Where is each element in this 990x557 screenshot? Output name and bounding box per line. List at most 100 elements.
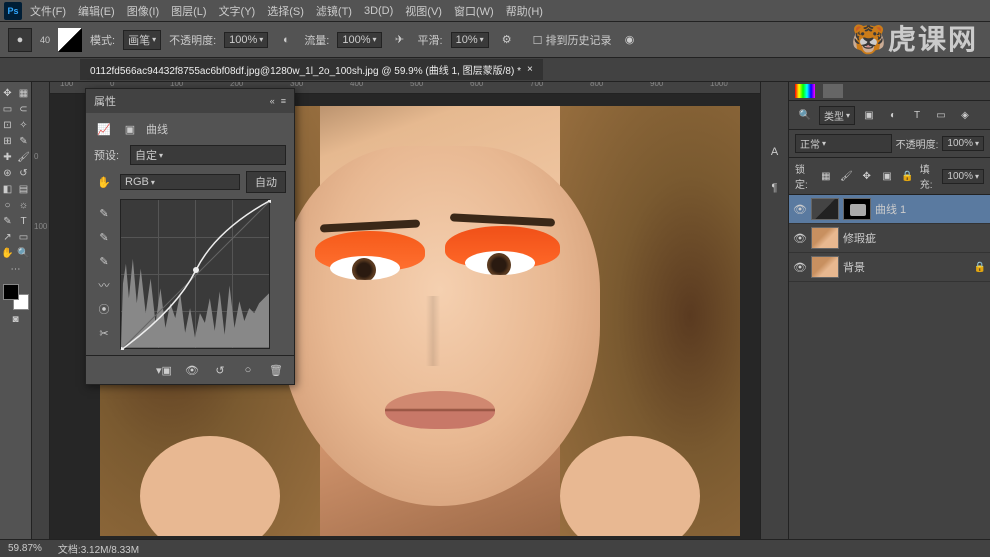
close-icon[interactable]: × bbox=[527, 64, 533, 75]
brush-tool[interactable]: 🖌 bbox=[17, 150, 31, 164]
filter-adjust-icon[interactable]: ◐ bbox=[883, 105, 903, 125]
pen-tool[interactable]: ✎ bbox=[1, 214, 15, 228]
swatches-panel-tab[interactable] bbox=[823, 84, 843, 98]
menu-image[interactable]: 图像(I) bbox=[127, 3, 159, 19]
color-swatches[interactable] bbox=[3, 284, 29, 310]
edit-toolbar[interactable]: ⋯ bbox=[9, 262, 23, 276]
zoom-tool[interactable]: 🔍 bbox=[17, 246, 31, 260]
view-prev-icon[interactable]: 👁 bbox=[182, 360, 202, 380]
filter-type-icon[interactable]: T bbox=[907, 105, 927, 125]
menu-select[interactable]: 选择(S) bbox=[267, 3, 304, 19]
lasso-tool[interactable]: ⊂ bbox=[17, 102, 31, 116]
filter-shape-icon[interactable]: ▭ bbox=[931, 105, 951, 125]
auto-button[interactable]: 自动 bbox=[246, 171, 286, 193]
marquee-tool[interactable]: ▭ bbox=[1, 102, 15, 116]
fill-dropdown[interactable]: 100% bbox=[942, 169, 984, 184]
lock-trans-icon[interactable]: ▦ bbox=[818, 166, 834, 186]
menu-edit[interactable]: 编辑(E) bbox=[78, 3, 115, 19]
hand-tool[interactable]: ✋ bbox=[1, 246, 15, 260]
visibility-icon[interactable]: 👁 bbox=[793, 203, 807, 216]
gear-icon[interactable]: ⚙ bbox=[497, 30, 517, 50]
hand-curves-icon[interactable]: ✋ bbox=[94, 172, 114, 192]
color-panel-tab[interactable] bbox=[795, 84, 815, 98]
pressure-opacity-icon[interactable]: ◐ bbox=[276, 30, 296, 50]
layer-name[interactable]: 修瑕疵 bbox=[843, 230, 986, 246]
document-tab[interactable]: 0112fd566ac94432f8755ac6bf08df.jpg@1280w… bbox=[80, 59, 543, 80]
pressure-size-icon[interactable]: ◉ bbox=[620, 30, 640, 50]
channel-dropdown[interactable]: RGB bbox=[120, 174, 240, 190]
panel-header[interactable]: 属性 « ≡ bbox=[86, 89, 294, 113]
mode-dropdown[interactable]: 画笔 bbox=[123, 30, 161, 50]
menu-view[interactable]: 视图(V) bbox=[405, 3, 442, 19]
crop-tool[interactable]: ⊡ bbox=[1, 118, 15, 132]
layer-thumb[interactable] bbox=[811, 256, 839, 278]
gradient-tool[interactable]: ▤ bbox=[17, 182, 31, 196]
pencil-mode-icon[interactable]: 〰 bbox=[94, 275, 114, 295]
eraser-tool[interactable]: ◧ bbox=[1, 182, 15, 196]
layer-thumb[interactable] bbox=[811, 227, 839, 249]
layer-kind-dropdown[interactable]: 类型 bbox=[819, 106, 855, 125]
filter-smart-icon[interactable]: ◈ bbox=[955, 105, 975, 125]
path-tool[interactable]: ↗ bbox=[1, 230, 15, 244]
mask-icon[interactable]: ▣ bbox=[120, 119, 140, 139]
zoom-level[interactable]: 59.87% bbox=[8, 543, 42, 554]
menu-help[interactable]: 帮助(H) bbox=[506, 3, 543, 19]
reset-icon[interactable]: ↺ bbox=[210, 360, 230, 380]
curve-mode-icon[interactable]: ⦿ bbox=[94, 299, 114, 319]
flow-dropdown[interactable]: 100% bbox=[337, 32, 381, 48]
lock-all-icon[interactable]: 🔒 bbox=[899, 166, 915, 186]
lock-paint-icon[interactable]: 🖌 bbox=[838, 166, 854, 186]
wand-tool[interactable]: ✧ bbox=[17, 118, 31, 132]
shape-tool[interactable]: ▭ bbox=[17, 230, 31, 244]
brush-preview[interactable] bbox=[58, 28, 82, 52]
heal-tool[interactable]: ✚ bbox=[1, 150, 15, 164]
layer-opacity-dropdown[interactable]: 100% bbox=[942, 136, 984, 151]
properties-panel[interactable]: 属性 « ≡ 📈 ▣ 曲线 预设: 自定 ✋ RGB 自动 ✎ ✎ ✎ 〰 ⦿ bbox=[85, 88, 295, 385]
visibility-icon[interactable]: 👁 bbox=[793, 261, 807, 274]
eyedrop-gray-icon[interactable]: ✎ bbox=[94, 227, 114, 247]
quickmask-tool[interactable]: ◙ bbox=[9, 312, 23, 326]
history-checkbox-label[interactable]: ☐ 排到历史记录 bbox=[533, 32, 612, 48]
artboard-tool[interactable]: ▦ bbox=[17, 86, 31, 100]
collapse-icon[interactable]: « bbox=[270, 96, 275, 106]
menu-window[interactable]: 窗口(W) bbox=[454, 3, 494, 19]
layer-thumb-adjustment[interactable] bbox=[811, 198, 839, 220]
history-brush-tool[interactable]: ↺ bbox=[17, 166, 31, 180]
menu-filter[interactable]: 滤镜(T) bbox=[316, 3, 352, 19]
eyedropper-tool[interactable]: ✎ bbox=[17, 134, 31, 148]
eyedrop-white-icon[interactable]: ✎ bbox=[94, 251, 114, 271]
blur-tool[interactable]: ○ bbox=[1, 198, 15, 212]
character-panel-icon[interactable]: A bbox=[765, 142, 785, 162]
filter-pixel-icon[interactable]: ▣ bbox=[859, 105, 879, 125]
eyedrop-black-icon[interactable]: ✎ bbox=[94, 203, 114, 223]
menu-3d[interactable]: 3D(D) bbox=[364, 5, 393, 17]
panel-menu-icon[interactable]: ≡ bbox=[281, 96, 286, 106]
doc-size[interactable]: 文档:3.12M/8.33M bbox=[58, 541, 139, 556]
menu-type[interactable]: 文字(Y) bbox=[219, 3, 256, 19]
clip-layer-icon[interactable]: ▾▣ bbox=[154, 360, 174, 380]
menu-file[interactable]: 文件(F) bbox=[30, 3, 66, 19]
airbrush-icon[interactable]: ✈ bbox=[390, 30, 410, 50]
delete-icon[interactable]: 🗑 bbox=[266, 360, 286, 380]
layer-item-curves[interactable]: 👁 曲线 1 bbox=[789, 195, 990, 224]
clip-icon[interactable]: ✂ bbox=[94, 323, 114, 343]
lock-artboard-icon[interactable]: ▣ bbox=[879, 166, 895, 186]
frame-tool[interactable]: ⊞ bbox=[1, 134, 15, 148]
paragraph-panel-icon[interactable]: ¶ bbox=[765, 178, 785, 198]
curve-graph[interactable] bbox=[120, 199, 270, 349]
layer-thumb-mask[interactable] bbox=[843, 198, 871, 220]
stamp-tool[interactable]: ⊛ bbox=[1, 166, 15, 180]
opacity-dropdown[interactable]: 100% bbox=[224, 32, 268, 48]
foreground-color[interactable] bbox=[3, 284, 19, 300]
preset-dropdown[interactable]: 自定 bbox=[130, 145, 286, 165]
layer-name[interactable]: 曲线 1 bbox=[875, 201, 986, 217]
layer-item-background[interactable]: 👁 背景 🔒 bbox=[789, 253, 990, 282]
toggle-vis-icon[interactable]: ○ bbox=[238, 360, 258, 380]
tool-preset-icon[interactable]: ● bbox=[8, 28, 32, 52]
layer-name[interactable]: 背景 bbox=[843, 259, 970, 275]
menu-layer[interactable]: 图层(L) bbox=[171, 3, 206, 19]
blend-mode-dropdown[interactable]: 正常 bbox=[795, 134, 892, 153]
lock-pos-icon[interactable]: ✥ bbox=[859, 166, 875, 186]
type-tool[interactable]: T bbox=[17, 214, 31, 228]
layer-item-retouch[interactable]: 👁 修瑕疵 bbox=[789, 224, 990, 253]
